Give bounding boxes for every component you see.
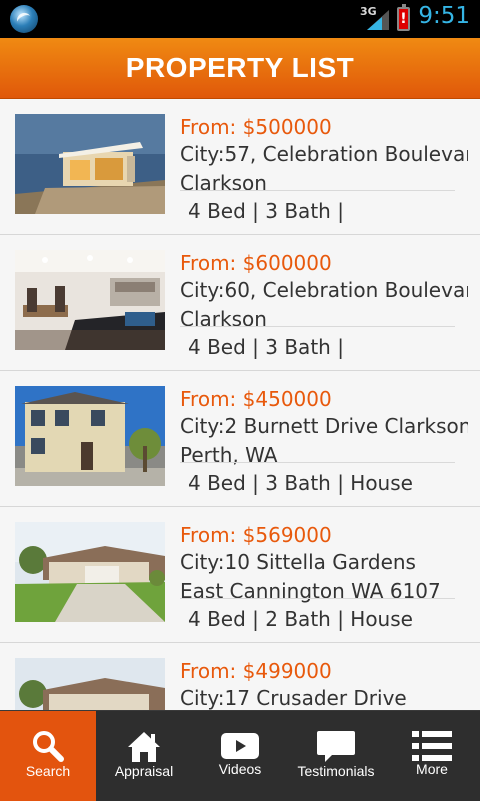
property-specs: 4 Bed | 3 Bath | xyxy=(180,190,455,231)
clock: 9:51 xyxy=(418,3,470,29)
property-address-line1: City:57, Celebration Boulevard xyxy=(180,142,468,166)
speech-bubble-icon xyxy=(317,731,355,762)
property-address-line1: City:17 Crusader Drive xyxy=(180,686,407,710)
property-address-line1: City:2 Burnett Drive Clarkson xyxy=(180,414,468,438)
property-list[interactable]: From: $500000 City:57, Celebration Boule… xyxy=(0,99,480,710)
tab-appraisal[interactable]: Appraisal xyxy=(96,711,192,801)
property-price: From: $600000 xyxy=(180,251,332,275)
status-bar: 3G ! 9:51 xyxy=(0,0,480,38)
tab-search[interactable]: Search xyxy=(0,711,96,801)
bottom-tab-bar: Search Appraisal Videos Testimonials Mor… xyxy=(0,710,480,801)
tab-videos[interactable]: Videos xyxy=(192,711,288,801)
property-photo xyxy=(15,386,165,486)
property-photo xyxy=(15,658,165,710)
property-photo xyxy=(15,250,165,350)
property-item[interactable]: From: $499000 City:17 Crusader Drive xyxy=(0,643,480,710)
tab-search-label: Search xyxy=(25,763,71,779)
property-address-line1: City:60, Celebration Boulevard xyxy=(180,278,468,302)
tab-more-label: More xyxy=(416,761,448,777)
property-photo xyxy=(15,522,165,622)
battery-alert: ! xyxy=(399,9,408,29)
property-specs: 4 Bed | 2 Bath | House xyxy=(180,598,455,639)
property-specs: 4 Bed | 3 Bath | House xyxy=(180,462,455,503)
property-price: From: $569000 xyxy=(180,523,332,547)
tab-testimonials-label: Testimonials xyxy=(297,763,375,779)
tab-appraisal-label: Appraisal xyxy=(114,763,174,779)
page-title: PROPERTY LIST xyxy=(125,52,355,83)
list-icon xyxy=(412,731,452,761)
property-item[interactable]: From: $500000 City:57, Celebration Boule… xyxy=(0,99,480,235)
property-photo xyxy=(15,114,165,214)
property-item[interactable]: From: $600000 City:60, Celebration Boule… xyxy=(0,235,480,371)
search-icon xyxy=(33,731,64,762)
property-item[interactable]: From: $569000 City:10 Sittella Gardens E… xyxy=(0,507,480,643)
tab-videos-label: Videos xyxy=(218,761,262,777)
property-price: From: $500000 xyxy=(180,115,332,139)
property-price: From: $450000 xyxy=(180,387,332,411)
video-icon xyxy=(221,733,259,759)
battery-icon: ! xyxy=(397,4,410,31)
tab-testimonials[interactable]: Testimonials xyxy=(288,711,384,801)
property-price: From: $499000 xyxy=(180,659,332,683)
app-header: PROPERTY LIST xyxy=(0,38,480,99)
app-notification-icon xyxy=(10,5,38,33)
tab-more[interactable]: More xyxy=(384,711,480,801)
signal-strength-icon xyxy=(367,10,389,30)
property-specs: 4 Bed | 3 Bath | xyxy=(180,326,455,367)
home-icon xyxy=(128,732,160,762)
property-item[interactable]: From: $450000 City:2 Burnett Drive Clark… xyxy=(0,371,480,507)
property-address-line1: City:10 Sittella Gardens xyxy=(180,550,416,574)
